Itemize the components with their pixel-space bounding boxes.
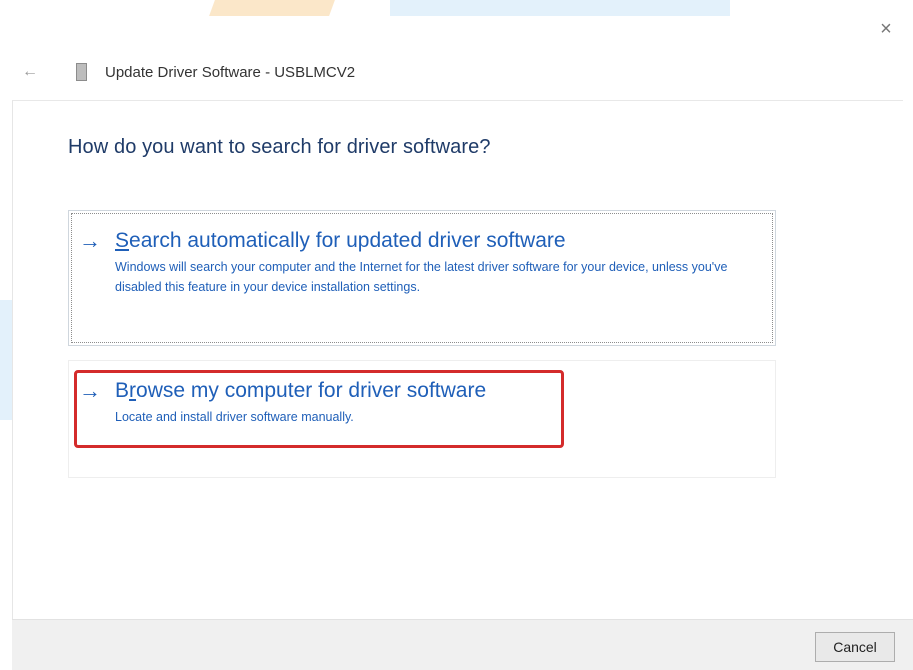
- option-description: Locate and install driver software manua…: [115, 410, 354, 424]
- option-description: Windows will search your computer and th…: [115, 260, 728, 294]
- option-title: Search automatically for updated driver …: [115, 229, 566, 252]
- cancel-button[interactable]: Cancel: [815, 632, 895, 662]
- title-bar: ← Update Driver Software - USBLMCV2: [22, 58, 355, 86]
- watermark-shape: [209, 0, 335, 16]
- page-heading: How do you want to search for driver sof…: [68, 136, 491, 158]
- window-title: Update Driver Software - USBLMCV2: [105, 63, 356, 81]
- arrow-right-icon: →: [79, 378, 101, 403]
- usb-device-icon: [76, 63, 87, 81]
- close-button[interactable]: ×: [875, 18, 897, 40]
- arrow-right-icon: →: [79, 228, 101, 253]
- option-title: Browse my computer for driver software: [115, 379, 487, 402]
- dialog-footer: Cancel: [12, 619, 913, 670]
- back-arrow-icon[interactable]: ←: [22, 63, 42, 81]
- watermark-shape: [390, 0, 730, 16]
- browse-computer-option[interactable]: → Browse my computer for driver software…: [68, 360, 776, 478]
- search-automatically-option[interactable]: → Search automatically for updated drive…: [68, 210, 776, 346]
